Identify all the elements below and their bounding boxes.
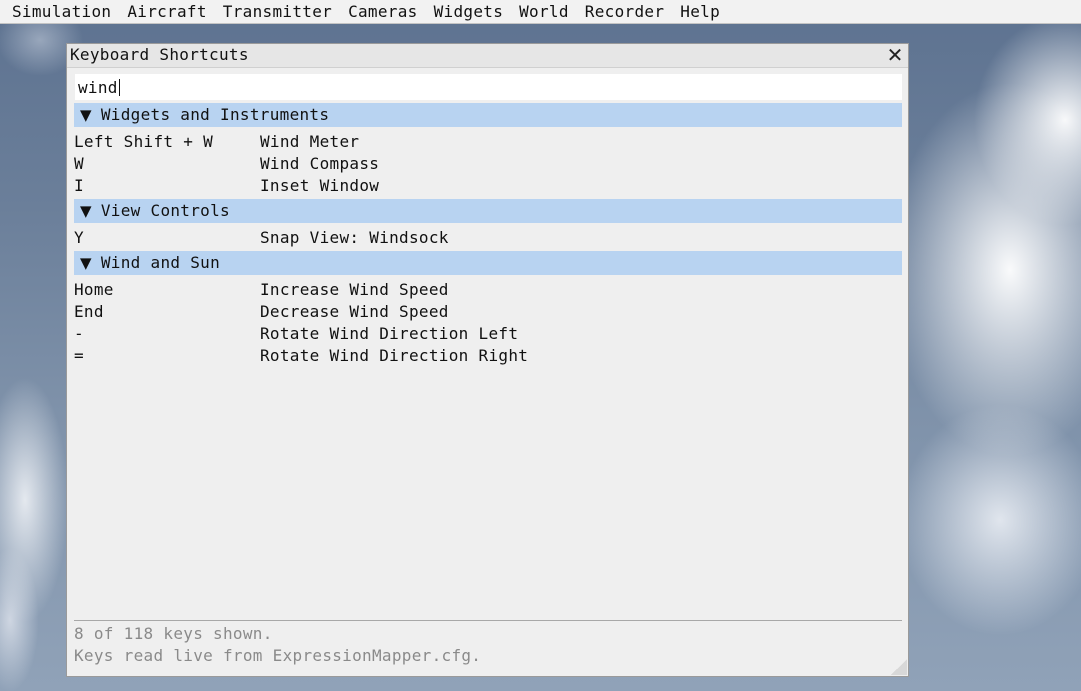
triangle-down-icon: ▼ (80, 254, 92, 272)
search-input[interactable]: wind (75, 74, 902, 100)
shortcut-action: Rotate Wind Direction Right (260, 346, 529, 365)
keyboard-shortcuts-dialog: Keyboard Shortcuts ✕ wind ▼ Widgets and … (66, 43, 909, 677)
section-title: View Controls (100, 201, 230, 220)
shortcut-key: Home (74, 280, 114, 299)
shortcut-action: Rotate Wind Direction Left (260, 324, 519, 343)
dialog-title: Keyboard Shortcuts (70, 45, 249, 64)
shortcut-key: Left Shift + W (74, 132, 214, 151)
section-header-view-controls[interactable]: ▼ View Controls (74, 199, 902, 223)
search-input-value: wind (78, 77, 118, 97)
shortcut-action: Inset Window (260, 176, 380, 195)
shortcut-row: Left Shift + W Wind Meter (74, 131, 902, 153)
footer-divider (74, 620, 902, 621)
resize-grip-icon[interactable] (891, 659, 907, 675)
shortcut-key: End (74, 302, 104, 321)
shortcut-action: Wind Meter (260, 132, 360, 151)
menu-help[interactable]: Help (672, 0, 728, 24)
shortcut-row: - Rotate Wind Direction Left (74, 323, 902, 345)
section-title: Wind and Sun (100, 253, 221, 272)
menu-world[interactable]: World (511, 0, 577, 24)
menu-simulation[interactable]: Simulation (4, 0, 119, 24)
shortcut-key: - (74, 324, 84, 343)
shortcut-key: = (74, 346, 84, 365)
shortcut-row: Home Increase Wind Speed (74, 279, 902, 301)
menu-aircraft[interactable]: Aircraft (119, 0, 214, 24)
shortcut-key: I (74, 176, 84, 195)
shortcut-row: = Rotate Wind Direction Right (74, 345, 902, 367)
menu-recorder[interactable]: Recorder (577, 0, 672, 24)
shortcut-row: W Wind Compass (74, 153, 902, 175)
dialog-titlebar[interactable]: Keyboard Shortcuts ✕ (67, 44, 908, 68)
menu-widgets[interactable]: Widgets (426, 0, 512, 24)
shortcut-action: Decrease Wind Speed (260, 302, 449, 321)
menu-transmitter[interactable]: Transmitter (215, 0, 340, 24)
keys-source-note: Keys read live from ExpressionMapper.cfg… (74, 646, 482, 665)
section-header-wind-and-sun[interactable]: ▼ Wind and Sun (74, 251, 902, 275)
menu-cameras[interactable]: Cameras (340, 0, 426, 24)
text-caret (118, 78, 120, 96)
section-body: Y Snap View: Windsock (74, 223, 902, 251)
close-icon[interactable]: ✕ (886, 45, 904, 65)
triangle-down-icon: ▼ (80, 106, 92, 124)
section-header-widgets-and-instruments[interactable]: ▼ Widgets and Instruments (74, 103, 902, 127)
shortcut-key: W (74, 154, 84, 173)
section-body: Home Increase Wind Speed End Decrease Wi… (74, 275, 902, 369)
triangle-down-icon: ▼ (80, 202, 92, 220)
section-body: Left Shift + W Wind Meter W Wind Compass… (74, 127, 902, 199)
shortcut-key: Y (74, 228, 84, 247)
shortcut-action: Wind Compass (260, 154, 380, 173)
shortcut-action: Increase Wind Speed (260, 280, 449, 299)
menu-bar: Simulation Aircraft Transmitter Cameras … (0, 0, 1081, 24)
shortcut-action: Snap View: Windsock (260, 228, 449, 247)
section-title: Widgets and Instruments (100, 105, 330, 124)
shortcut-list: ▼ Widgets and Instruments Left Shift + W… (74, 103, 902, 369)
shortcut-row: End Decrease Wind Speed (74, 301, 902, 323)
shortcut-row: Y Snap View: Windsock (74, 227, 902, 249)
shortcut-row: I Inset Window (74, 175, 902, 197)
keys-shown-count: 8 of 118 keys shown. (74, 624, 273, 643)
